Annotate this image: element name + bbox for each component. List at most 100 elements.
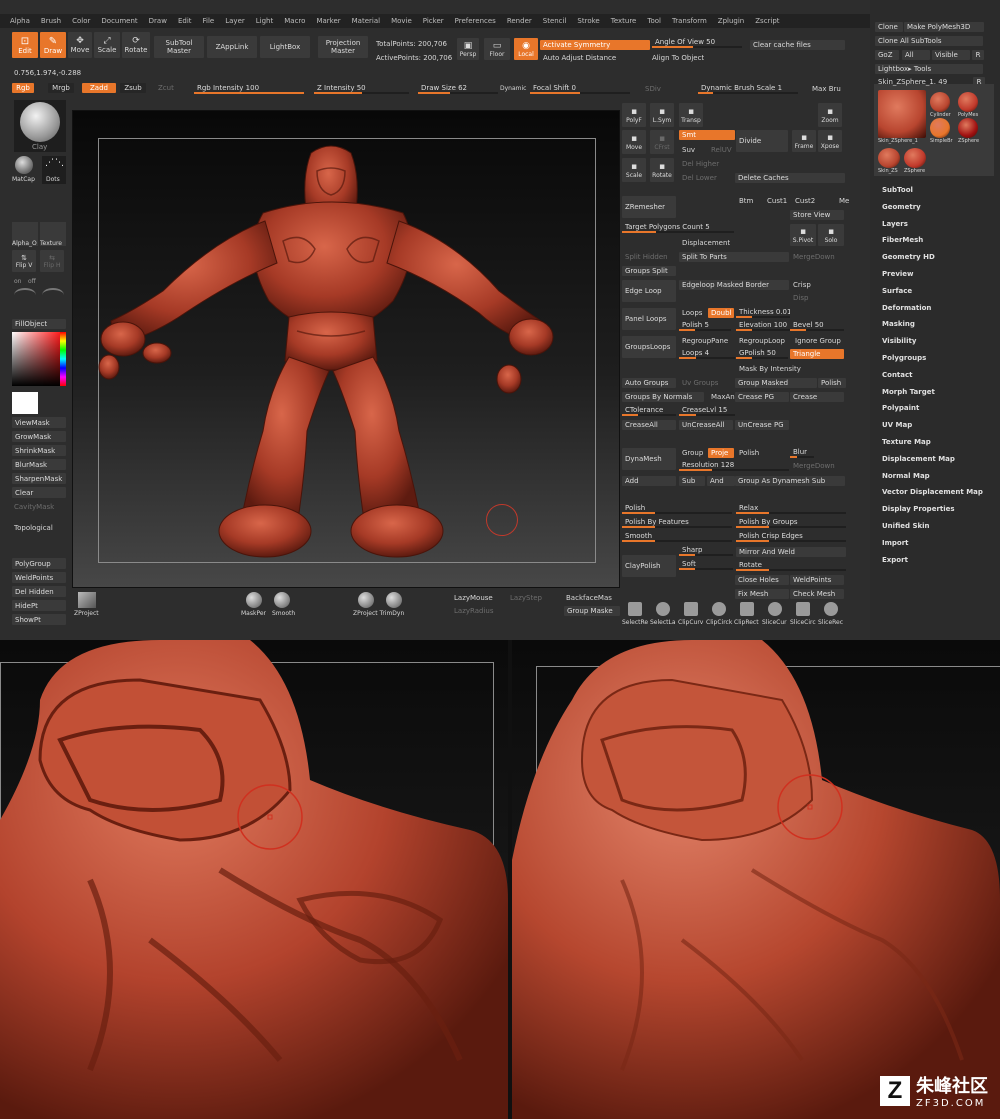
tool-menu-geometry[interactable]: Geometry: [882, 203, 921, 211]
local-button[interactable]: ◉ Local: [514, 38, 538, 60]
tool-menu-surface[interactable]: Surface: [882, 287, 912, 295]
menu-zscript[interactable]: Zscript: [755, 17, 779, 25]
angle-of-view-slider[interactable]: Angle Of View 50: [652, 38, 742, 48]
subtool-thumb-2[interactable]: PolyMes: [958, 92, 978, 120]
mask-blurmask-button[interactable]: BlurMask: [12, 459, 66, 470]
align-to-object[interactable]: Align To Object: [652, 54, 704, 62]
geo-crease-all-button[interactable]: CreaseAll: [622, 420, 676, 430]
tool-menu-preview[interactable]: Preview: [882, 270, 914, 278]
geo-rotate2-slider[interactable]: Rotate: [736, 561, 846, 571]
mrgb-button[interactable]: Mrgb: [48, 83, 74, 93]
geo-mirror-weld-button[interactable]: Mirror And Weld: [736, 547, 846, 557]
subtool-thumb-6[interactable]: ZSphere: [904, 148, 926, 176]
geo-bevel-slider[interactable]: Bevel 50: [790, 321, 844, 331]
clone-button[interactable]: Clone: [875, 22, 903, 32]
menu-edit[interactable]: Edit: [178, 17, 192, 25]
geo-group-masked-button[interactable]: Group Masked: [735, 378, 817, 388]
geo-loops[interactable]: Loops: [682, 309, 708, 317]
geo-polish5-slider[interactable]: Polish 5: [679, 321, 731, 331]
make-polymesh-button[interactable]: Make PolyMesh3D: [904, 22, 984, 32]
focal-shift-slider[interactable]: Focal Shift 0: [530, 84, 630, 94]
clear-cache-button[interactable]: Clear cache files: [750, 40, 845, 50]
geo-and-button[interactable]: And: [707, 476, 735, 486]
zproject-brush-icon[interactable]: [358, 592, 374, 608]
draw-size-slider[interactable]: Draw Size 62: [418, 84, 498, 94]
left-weldpoints-button[interactable]: WeldPoints: [12, 572, 66, 583]
geo-cfrst-button[interactable]: ▪ CFrst: [650, 130, 674, 154]
color-picker[interactable]: [12, 332, 66, 386]
left-del-hidden-button[interactable]: Del Hidden: [12, 586, 66, 597]
geo-zremesher-button[interactable]: ZRemesher: [622, 196, 676, 218]
goz-button[interactable]: GoZ: [875, 50, 899, 60]
geo-spivot-button[interactable]: ▪ S.Pivot: [790, 224, 816, 246]
tool-menu-vector-displacement-map[interactable]: Vector Displacement Map: [882, 488, 983, 496]
rgb-button[interactable]: Rgb: [12, 83, 34, 93]
geo-target-polygons-slider[interactable]: Target Polygons Count 5: [622, 223, 734, 233]
geo-blur-slider[interactable]: Blur: [790, 448, 814, 458]
geo-triangle-button[interactable]: Triangle: [790, 349, 844, 359]
trimdyn-brush-icon[interactable]: [386, 592, 402, 608]
menu-brush[interactable]: Brush: [41, 17, 61, 25]
gauge-icon[interactable]: [14, 288, 36, 302]
geo-ctolerance-slider[interactable]: CTolerance: [622, 406, 676, 416]
geo-fix-mesh-button[interactable]: Fix Mesh: [735, 589, 789, 599]
tool-r-button[interactable]: R: [973, 77, 985, 87]
texture-slot[interactable]: Texture: [40, 222, 66, 247]
menu-texture[interactable]: Texture: [611, 17, 637, 25]
geo-me[interactable]: Me: [839, 197, 853, 205]
tool-menu-displacement-map[interactable]: Displacement Map: [882, 455, 955, 463]
geo-clipcirck-button[interactable]: ClipCirck: [706, 602, 732, 628]
geo-transp-button[interactable]: ▪ Transp: [679, 103, 703, 127]
geo-uncrease-all-button[interactable]: UnCreaseAll: [679, 420, 733, 430]
geo-polyf-button[interactable]: ▪ PolyF: [622, 103, 646, 127]
persp-button[interactable]: ▣ Persp: [457, 38, 479, 60]
geo-solo-button[interactable]: ▪ Solo: [818, 224, 844, 246]
tool-menu-uv-map[interactable]: UV Map: [882, 421, 912, 429]
zadd-button[interactable]: Zadd: [82, 83, 116, 93]
mask-viewmask-button[interactable]: ViewMask: [12, 417, 66, 428]
geo-disp[interactable]: Disp: [793, 294, 847, 302]
geo-rotate-button[interactable]: ▪ Rotate: [650, 158, 674, 182]
subtool-thumb-5[interactable]: Skin_ZS: [878, 148, 900, 176]
visible-button[interactable]: Visible: [932, 50, 970, 60]
geo-groups-split-button[interactable]: Groups Split: [622, 266, 676, 276]
geo-creaselvl-slider[interactable]: CreaseLvl 15: [679, 406, 735, 416]
maskper-icon[interactable]: [246, 592, 262, 608]
geo-sharp-slider[interactable]: Sharp: [679, 546, 733, 556]
geo-slicerec-button[interactable]: SliceRec: [818, 602, 844, 628]
flip-v-button[interactable]: ⇅ Flip V: [12, 250, 36, 272]
tool-menu-deformation[interactable]: Deformation: [882, 304, 931, 312]
tool-menu-import[interactable]: Import: [882, 539, 909, 547]
hue-strip[interactable]: [60, 332, 66, 386]
zcut-button[interactable]: Zcut: [158, 84, 174, 92]
menu-transform[interactable]: Transform: [672, 17, 707, 25]
tool-menu-layers[interactable]: Layers: [882, 220, 908, 228]
r-button[interactable]: R: [972, 50, 984, 60]
geo-group[interactable]: Group: [682, 449, 708, 457]
lazystep-slider[interactable]: LazyStep: [510, 594, 542, 602]
menu-color[interactable]: Color: [72, 17, 90, 25]
dynamic-brush-scale-slider[interactable]: Dynamic Brush Scale 1: [698, 84, 798, 94]
group-mask-button[interactable]: Group Maske: [564, 606, 620, 616]
geo-polish-crisp-slider[interactable]: Polish Crisp Edges: [736, 532, 846, 542]
geo-groups-loops-button[interactable]: GroupsLoops: [622, 336, 676, 358]
tool-menu-unified-skin[interactable]: Unified Skin: [882, 522, 930, 530]
tool-menu-display-properties[interactable]: Display Properties: [882, 505, 955, 513]
menu-document[interactable]: Document: [101, 17, 137, 25]
geo-polish-by-features-slider[interactable]: Polish By Features: [622, 518, 732, 528]
geo-smooth-slider[interactable]: Smooth: [622, 532, 732, 542]
menu-macro[interactable]: Macro: [284, 17, 305, 25]
geo-weld-points-button[interactable]: WeldPoints: [790, 575, 844, 585]
tool-menu-masking[interactable]: Masking: [882, 320, 915, 328]
menu-draw[interactable]: Draw: [149, 17, 167, 25]
menu-picker[interactable]: Picker: [423, 17, 444, 25]
geo-polish-dm[interactable]: Polish: [739, 449, 793, 457]
geo-check-mesh-button[interactable]: Check Mesh: [790, 589, 844, 599]
backface-mask-button[interactable]: BackfaceMas: [566, 594, 612, 602]
geo-xpose-button[interactable]: ▪ Xpose: [818, 130, 842, 152]
geo-crease-button[interactable]: Crease: [790, 392, 844, 402]
geo-selectla-button[interactable]: SelectLa: [650, 602, 676, 628]
tool-menu-polygroups[interactable]: Polygroups: [882, 354, 926, 362]
topological-button[interactable]: Topological: [14, 524, 53, 532]
geo-split-hidden[interactable]: Split Hidden: [625, 253, 679, 261]
